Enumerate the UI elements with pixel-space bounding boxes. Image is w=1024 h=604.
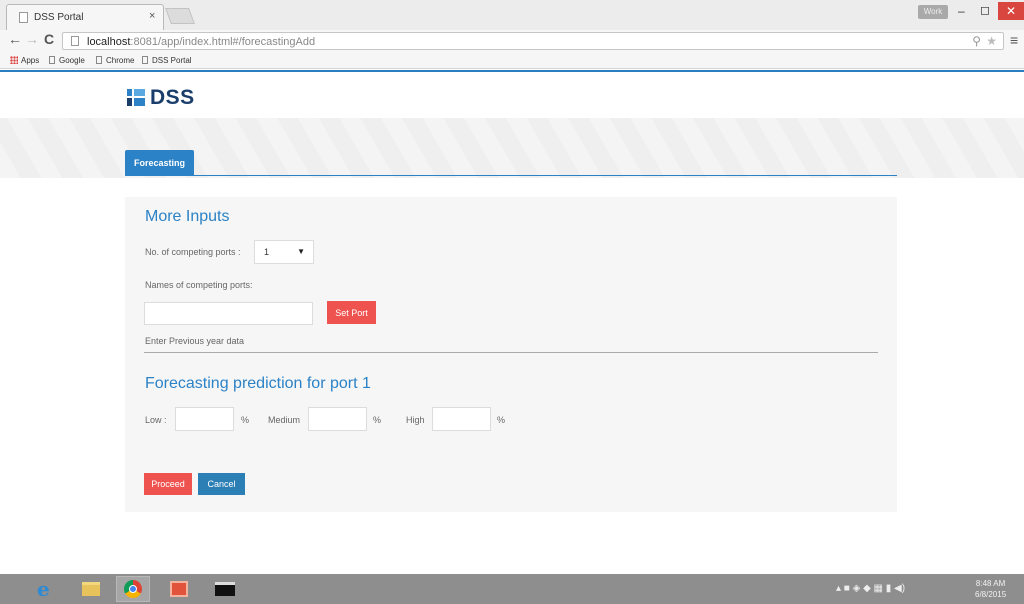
url-input[interactable]: localhost:8081/app/index.html#/forecasti… [62, 32, 1004, 50]
bookmark-chrome[interactable]: Chrome [96, 56, 134, 65]
competing-port-names-label: Names of competing ports: [145, 280, 253, 290]
page-icon [142, 56, 148, 64]
bookmark-apps[interactable]: Apps [10, 56, 39, 65]
page-icon [49, 56, 55, 64]
new-tab-button[interactable] [165, 8, 195, 24]
url-text: localhost:8081/app/index.html#/forecasti… [87, 36, 316, 48]
tab-close-icon[interactable]: × [149, 10, 155, 22]
proceed-button[interactable]: Proceed [144, 473, 192, 495]
browser-titlebar: DSS Portal × Work – ◻ ✕ [0, 0, 1024, 30]
forecasting-form-panel [125, 197, 897, 512]
apps-grid-icon [10, 56, 18, 64]
previous-year-data-label: Enter Previous year data [145, 336, 245, 346]
taskbar-clock[interactable]: 8:48 AM 6/8/2015 [975, 578, 1006, 600]
competing-ports-select[interactable]: 1 ▼ [254, 240, 314, 264]
address-bar: ← → C localhost:8081/app/index.html#/for… [0, 30, 1024, 52]
high-label: High [406, 415, 425, 425]
low-percent-sign: % [241, 415, 250, 425]
bookmark-star-icon[interactable]: ★ [986, 33, 997, 49]
competing-ports-value: 1 [264, 247, 270, 257]
browser-tab[interactable]: DSS Portal × [6, 4, 164, 30]
header-accent-rule [0, 70, 1024, 72]
minimize-icon[interactable]: – [958, 4, 965, 18]
close-window-icon[interactable]: ✕ [998, 2, 1024, 20]
restore-icon[interactable]: ◻ [980, 3, 990, 17]
more-inputs-title: More Inputs [145, 208, 230, 225]
bookmarks-bar: Apps Google Chrome DSS Portal [0, 52, 1024, 69]
clock-time: 8:48 AM [975, 579, 1006, 588]
competing-ports-label: No. of competing ports : [145, 247, 241, 257]
medium-label: Medium [268, 415, 301, 425]
zoom-icon[interactable]: ⚲ [972, 33, 981, 49]
set-port-button[interactable]: Set Port [327, 301, 376, 324]
reload-icon[interactable]: C [44, 31, 54, 47]
windows-taskbar: e ▴ ■ ◈ ◆ ▦ ▮ ◀) 8:48 AM 6/8/2015 [0, 574, 1024, 604]
forecast-prediction-title: Forecasting prediction for port 1 [145, 375, 371, 392]
caret-down-icon: ▼ [297, 247, 305, 256]
chrome-icon[interactable] [116, 576, 150, 602]
medium-percent-sign: % [373, 415, 382, 425]
section-divider [144, 352, 878, 353]
back-arrow-icon[interactable]: ← [8, 31, 22, 47]
dss-logo-icon [127, 89, 145, 106]
tab-forecasting[interactable]: Forecasting [125, 150, 194, 176]
profile-badge[interactable]: Work [918, 5, 948, 19]
page-icon [19, 12, 28, 23]
page-icon [71, 36, 79, 46]
high-percent-input[interactable] [432, 407, 491, 431]
low-percent-input[interactable] [175, 407, 234, 431]
competing-port-name-input[interactable] [144, 302, 313, 325]
page-icon [96, 56, 102, 64]
app-logo-text: DSS [150, 86, 195, 109]
high-percent-sign: % [497, 415, 506, 425]
clock-date: 6/8/2015 [975, 590, 1007, 599]
bookmark-google[interactable]: Google [49, 56, 85, 65]
tab-title: DSS Portal [34, 12, 84, 23]
command-prompt-icon[interactable] [208, 576, 242, 602]
internet-explorer-icon[interactable]: e [28, 576, 62, 602]
bookmark-dss-portal[interactable]: DSS Portal [142, 56, 192, 65]
low-label: Low : [145, 415, 167, 425]
forward-arrow-icon[interactable]: → [25, 31, 39, 47]
media-app-icon[interactable] [162, 576, 196, 602]
hamburger-menu-icon[interactable]: ≡ [1010, 32, 1018, 48]
file-explorer-icon[interactable] [74, 576, 108, 602]
tab-underline [125, 175, 897, 176]
medium-percent-input[interactable] [308, 407, 367, 431]
system-tray[interactable]: ▴ ■ ◈ ◆ ▦ ▮ ◀) [836, 583, 905, 594]
cancel-button[interactable]: Cancel [198, 473, 245, 495]
